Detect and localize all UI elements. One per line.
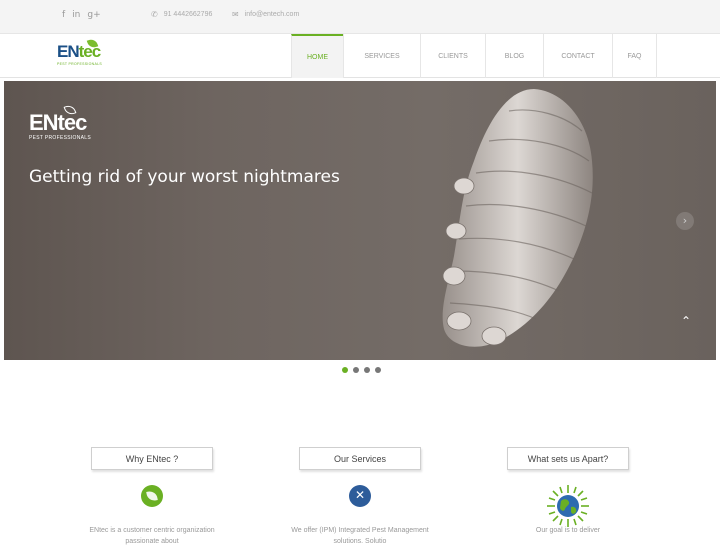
- phone-contact: ✆ 91 4442662796: [151, 10, 212, 19]
- slider-pagination: [342, 367, 381, 373]
- top-bar: f in g+ ✆ 91 4442662796 ✉ info@entech.co…: [0, 0, 720, 34]
- feature-title[interactable]: What sets us Apart?: [507, 447, 629, 470]
- logo[interactable]: ENtec PEST PROFESSIONALS: [57, 37, 107, 72]
- slide-dot-3[interactable]: [364, 367, 370, 373]
- social-links: f in g+: [62, 10, 101, 20]
- feature-text: ENtec is a customer centric organization…: [89, 527, 215, 545]
- slide-dot-2[interactable]: [353, 367, 359, 373]
- logo-tagline: PEST PROFESSIONALS: [57, 62, 103, 66]
- facebook-icon[interactable]: f: [62, 10, 65, 20]
- nav-clients[interactable]: Clients: [420, 34, 485, 78]
- nav-faq[interactable]: FAQ: [612, 34, 657, 78]
- feature-title[interactable]: Our Services: [299, 447, 421, 470]
- nav-contact[interactable]: Contact: [543, 34, 612, 78]
- phone-number[interactable]: 91 4442662796: [164, 11, 213, 18]
- feature-text: Our goal is to deliver: [535, 527, 601, 534]
- tardigrade-image: [442, 89, 593, 347]
- nav-blog[interactable]: Blog: [485, 34, 543, 78]
- scroll-top-button[interactable]: ⌃: [681, 314, 691, 328]
- email-address[interactable]: info@entech.com: [245, 11, 300, 18]
- google-plus-icon[interactable]: g+: [87, 10, 100, 20]
- email-contact: ✉ info@entech.com: [232, 10, 299, 19]
- services-icon: [349, 485, 371, 507]
- slide-dot-4[interactable]: [375, 367, 381, 373]
- phone-icon: ✆: [151, 10, 158, 19]
- slide-headline: Getting rid of your worst nightmares: [29, 167, 340, 187]
- next-slide-button[interactable]: ›: [676, 212, 694, 230]
- leaf-icon: [141, 485, 163, 507]
- mail-icon: ✉: [232, 10, 239, 19]
- logo-name-a: EN: [57, 42, 80, 61]
- feature-title[interactable]: Why ENtec ?: [91, 447, 213, 470]
- linkedin-icon[interactable]: in: [72, 10, 80, 20]
- feature-what-sets-us-apart: What sets us Apart? Our goal is to deliv…: [507, 447, 629, 534]
- slide-logo-name: ENtec: [29, 110, 87, 135]
- globe-icon: [547, 485, 589, 527]
- slide-logo-tagline: PEST PROFESSIONALS: [29, 135, 91, 141]
- feature-why-entec: Why ENtec ? ENtec is a customer centric …: [89, 447, 215, 545]
- header: ENtec PEST PROFESSIONALS Home Services C…: [0, 34, 720, 78]
- slide-logo: ENtec PEST PROFESSIONALS: [29, 103, 91, 141]
- feature-our-services: Our Services We offer (IPM) Integrated P…: [291, 447, 429, 545]
- feature-text: We offer (IPM) Integrated Pest Managemen…: [291, 527, 429, 545]
- main-nav: Home Services Clients Blog Contact FAQ: [291, 34, 657, 78]
- hero-slider: ENtec PEST PROFESSIONALS Getting rid of …: [4, 81, 716, 360]
- nav-home[interactable]: Home: [291, 34, 343, 78]
- slide-dot-1[interactable]: [342, 367, 348, 373]
- nav-services[interactable]: Services: [343, 34, 420, 78]
